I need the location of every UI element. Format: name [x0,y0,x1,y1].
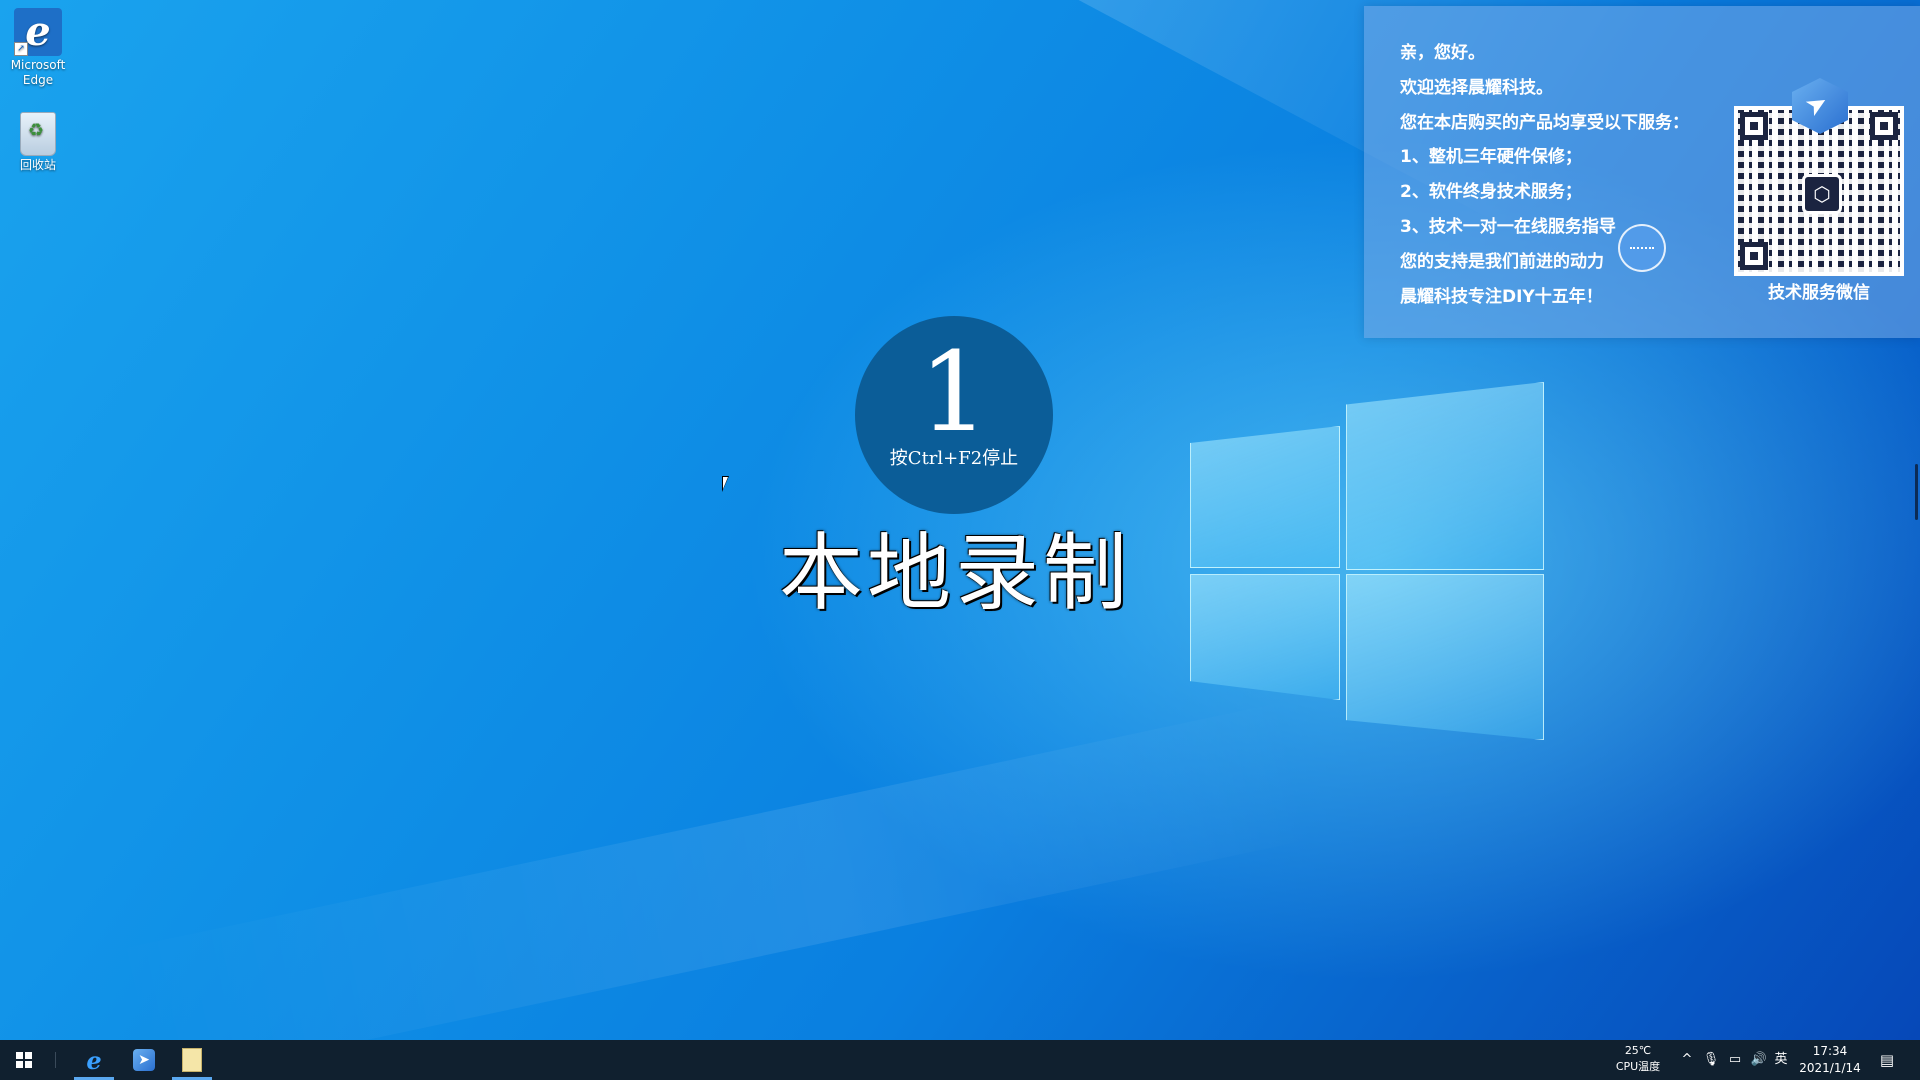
light-beam [111,701,1315,1040]
logo-pane [1346,574,1544,740]
desktop: e↗ Microsoft Edge 回收站 1 按Ctrl+F2停止 本地录制 … [0,0,1920,1040]
service-line: 1、整机三年硬件保修； [1400,147,1582,168]
service-text: 亲，您好。 欢迎选择晨耀科技。 您在本店购买的产品均享受以下服务： 1、整机三年… [1400,36,1740,314]
desktop-icon-label: 回收站 [19,158,56,172]
service-info-panel: 亲，您好。 欢迎选择晨耀科技。 您在本店购买的产品均享受以下服务： 1、整机三年… [1364,6,1920,338]
qr-finder [1740,112,1768,140]
logo-pane [1190,426,1340,568]
desktop-icon-recycle-bin[interactable]: 回收站 [4,108,72,173]
action-center-icon[interactable]: ▤ [1878,1051,1896,1069]
shortcut-arrow-icon: ↗ [14,42,28,56]
qr-finder [1740,242,1768,270]
windows-start-icon [16,1052,32,1068]
logo-pane [1190,574,1340,700]
chevron-up-icon[interactable]: ^ [1678,1051,1696,1069]
recycle-bin-icon [20,112,56,156]
clock-time: 17:34 [1812,1044,1848,1058]
service-line: 2、软件终身技术服务； [1400,182,1582,203]
taskbar-app-notes[interactable] [168,1040,216,1080]
bird-app-icon: ➤ [133,1049,155,1071]
floating-assistant-ball[interactable] [1618,224,1666,272]
qr-logo-icon: ⬡ [1802,174,1842,214]
countdown-number: 1 [919,328,989,456]
mouse-cursor-icon [722,476,736,492]
service-line: 您的支持是我们前进的动力 [1400,251,1604,272]
service-line: 欢迎选择晨耀科技。 [1400,77,1553,98]
edge-icon: e [86,1045,102,1075]
service-line: 3、技术一对一在线服务指导 [1400,216,1616,237]
input-method-indicator[interactable]: 英 [1772,1051,1790,1069]
cpu-temp-value: 25℃ [1624,1044,1652,1057]
edge-icon: e ↗ [14,8,62,56]
recording-title: 本地录制 [778,524,1131,622]
microphone-icon[interactable]: 🎙 [1702,1051,1720,1069]
logo-pane [1346,382,1544,570]
network-icon[interactable]: ▭ [1726,1051,1744,1069]
service-line: 亲，您好。 [1400,43,1485,63]
volume-icon[interactable]: 🔊 [1750,1051,1768,1069]
system-clock[interactable]: 17:34 2021/1/14 [1790,1043,1870,1077]
cpu-temperature[interactable]: 25℃ CPU温度 [1604,1043,1672,1075]
service-line: 晨耀科技专注DIY十五年！ [1400,286,1603,307]
clock-date: 2021/1/14 [1799,1061,1861,1075]
desktop-icon-label: Microsoft Edge [10,58,66,87]
taskbar-app-edge[interactable]: e [70,1040,118,1080]
taskbar-separator [55,1052,56,1068]
notes-icon [182,1048,202,1072]
desktop-icon-edge[interactable]: e ↗ Microsoft Edge [4,8,72,88]
taskbar-app-bird[interactable]: ➤ [120,1040,168,1080]
qr-finder [1870,112,1898,140]
recording-countdown: 1 按Ctrl+F2停止 [855,316,1053,514]
qr-caption: 技术服务微信 [1768,283,1870,303]
taskbar: e ➤ 25℃ CPU温度 ^ 🎙 ▭ 🔊 英 17:34 2021/1/14 … [0,1040,1920,1080]
stop-hint: 按Ctrl+F2停止 [889,448,1019,469]
service-line: 您在本店购买的产品均享受以下服务： [1400,112,1689,133]
side-drawer-handle[interactable] [1915,464,1918,520]
windows-logo [1190,382,1544,740]
start-button[interactable] [0,1040,48,1080]
cpu-temp-label: CPU温度 [1615,1060,1661,1073]
